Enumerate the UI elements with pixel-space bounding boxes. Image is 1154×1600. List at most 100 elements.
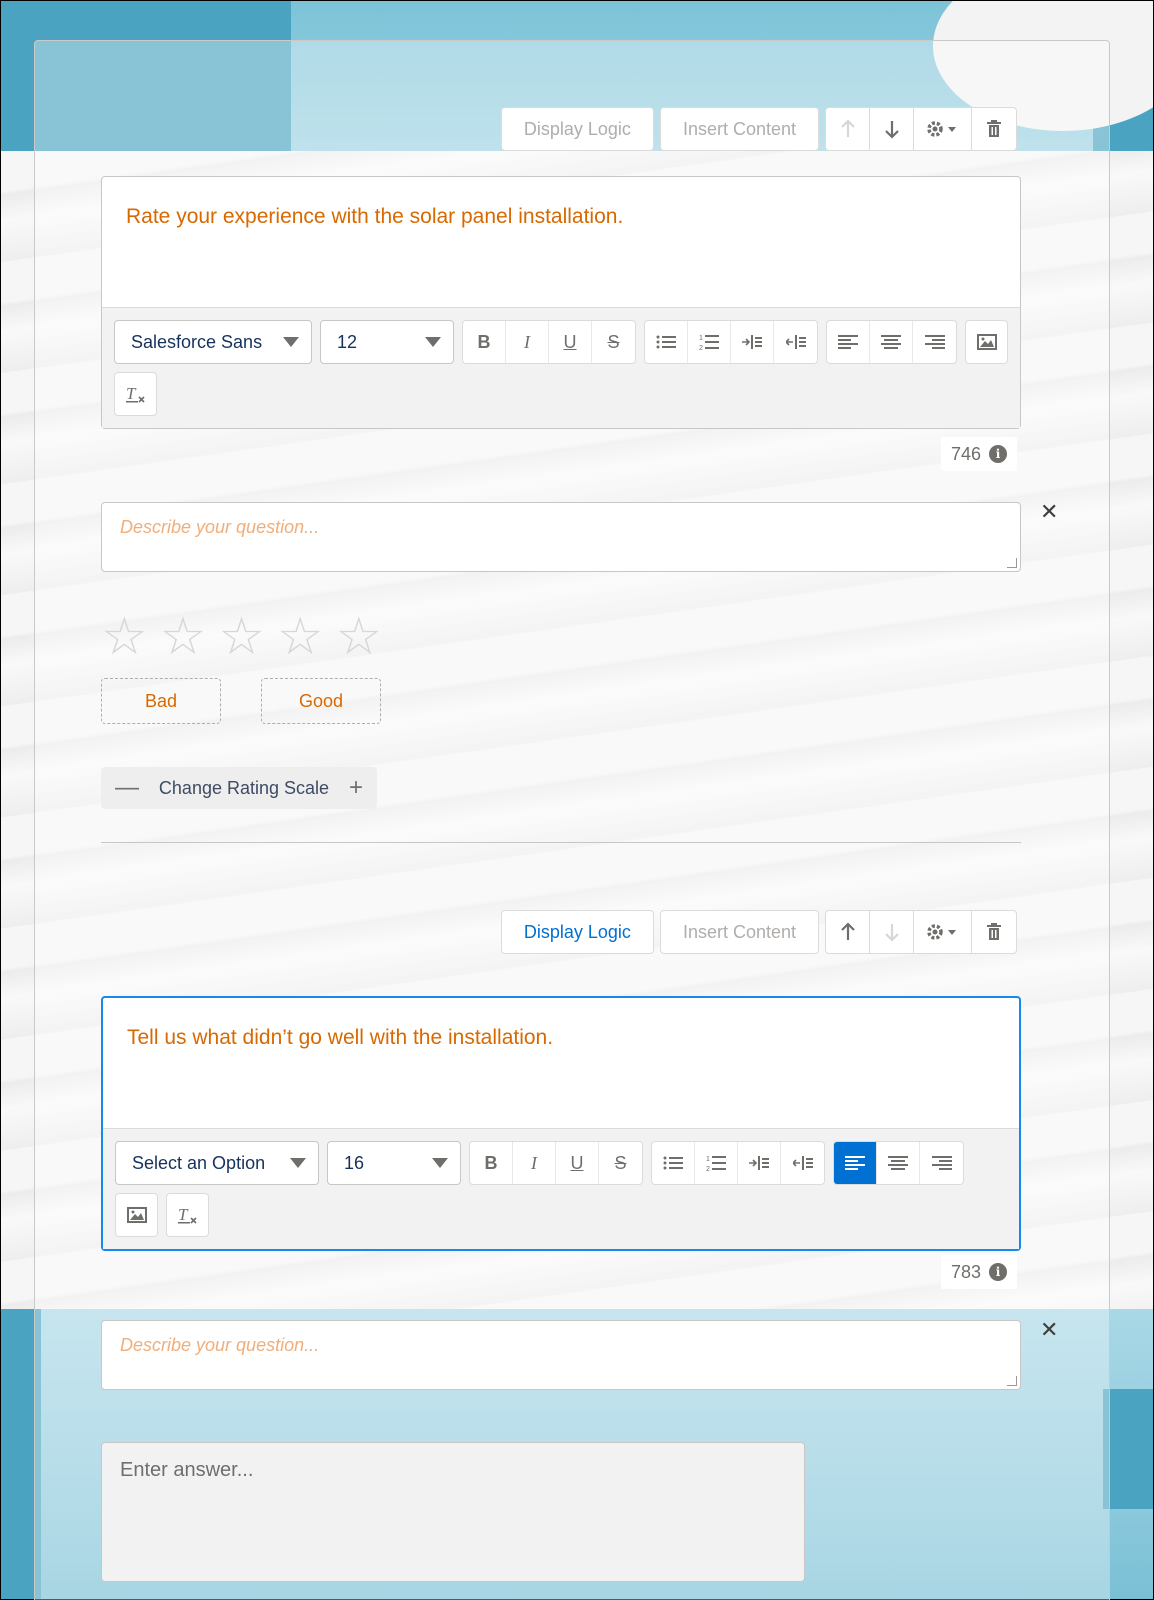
display-logic-button[interactable]: Display Logic (500, 910, 654, 954)
minus-icon[interactable]: — (115, 774, 139, 802)
move-up-icon[interactable] (826, 911, 870, 953)
align-left-icon[interactable] (827, 321, 870, 363)
outdent-icon[interactable] (781, 1142, 824, 1184)
chevron-down-icon (432, 1158, 448, 1168)
trash-icon[interactable] (972, 911, 1016, 953)
bullet-list-icon[interactable] (652, 1142, 695, 1184)
plus-icon[interactable]: + (349, 774, 363, 802)
font-size-select[interactable]: 12 (320, 320, 454, 364)
font-family-select[interactable]: Select an Option (115, 1141, 319, 1185)
insert-content-button[interactable]: Insert Content (659, 910, 819, 954)
question-actions-group (825, 910, 1017, 954)
chevron-down-icon (425, 337, 441, 347)
move-down-icon[interactable] (870, 108, 914, 150)
svg-text:2: 2 (699, 345, 703, 351)
close-icon[interactable]: ✕ (1040, 499, 1058, 525)
chevron-down-icon (283, 337, 299, 347)
insert-content-button[interactable]: Insert Content (659, 107, 819, 151)
text-style-group: B I U S (462, 320, 636, 364)
underline-icon[interactable]: U (556, 1142, 599, 1184)
list-group: 12 (651, 1141, 825, 1185)
rating-low-label[interactable]: Bad (101, 678, 221, 724)
svg-text:T: T (178, 1205, 189, 1224)
bullet-list-icon[interactable] (645, 321, 688, 363)
resize-handle-icon[interactable] (1007, 1376, 1017, 1386)
display-logic-button[interactable]: Display Logic (500, 107, 654, 151)
answer-textarea[interactable]: Enter answer... (101, 1442, 805, 1582)
formatting-toolbar: Salesforce Sans 12 B I U S 12 T (102, 307, 1020, 428)
character-count-value: 783 (950, 1261, 981, 1282)
survey-builder-panel: Display Logic Insert Content Rate your e… (34, 40, 1110, 1600)
svg-text:1: 1 (706, 1156, 710, 1163)
star-icon[interactable]: ☆ (101, 611, 148, 663)
image-icon[interactable] (965, 320, 1008, 364)
question-text[interactable]: Rate your experience with the solar pane… (102, 177, 1020, 307)
italic-icon[interactable]: I (513, 1142, 556, 1184)
svg-text:2: 2 (706, 1166, 710, 1172)
gear-icon[interactable] (914, 911, 972, 953)
question-toolbar: Display Logic Insert Content (500, 910, 1017, 954)
answer-placeholder: Enter answer... (120, 1459, 254, 1481)
align-right-icon[interactable] (913, 321, 956, 363)
numbered-list-icon[interactable]: 12 (695, 1142, 738, 1184)
move-up-icon[interactable] (826, 108, 870, 150)
align-center-icon[interactable] (870, 321, 913, 363)
numbered-list-icon[interactable]: 12 (688, 321, 731, 363)
star-icon[interactable]: ☆ (218, 611, 265, 663)
bold-icon[interactable]: B (470, 1142, 513, 1184)
star-icon[interactable]: ☆ (277, 611, 324, 663)
chevron-down-icon (290, 1158, 306, 1168)
question-description-input[interactable]: Describe your question... (101, 502, 1021, 572)
question-text[interactable]: Tell us what didn’t go well with the ins… (103, 998, 1019, 1128)
clear-formatting-icon[interactable]: T (114, 372, 157, 416)
svg-text:T: T (126, 384, 137, 403)
close-icon[interactable]: ✕ (1040, 1317, 1058, 1343)
svg-text:1: 1 (699, 335, 703, 342)
rating-stars: ☆ ☆ ☆ ☆ ☆ (101, 611, 382, 663)
character-count-value: 746 (950, 443, 981, 464)
strikethrough-icon[interactable]: S (599, 1142, 642, 1184)
rating-high-label[interactable]: Good (261, 678, 381, 724)
alignment-group (833, 1141, 964, 1185)
indent-icon[interactable] (738, 1142, 781, 1184)
clear-formatting-icon[interactable]: T (166, 1193, 209, 1237)
align-right-icon[interactable] (920, 1142, 963, 1184)
image-icon[interactable] (115, 1193, 158, 1237)
font-size-select[interactable]: 16 (327, 1141, 461, 1185)
formatting-toolbar: Select an Option 16 B I U S 12 T (103, 1128, 1019, 1249)
info-icon[interactable]: i (989, 445, 1007, 463)
resize-handle-icon[interactable] (1007, 558, 1017, 568)
text-style-group: B I U S (469, 1141, 643, 1185)
background-shape (1103, 1389, 1153, 1509)
bold-icon[interactable]: B (463, 321, 506, 363)
change-rating-scale-control: — Change Rating Scale + (101, 767, 377, 809)
description-placeholder: Describe your question... (120, 1335, 320, 1355)
question-editor[interactable]: Rate your experience with the solar pane… (101, 176, 1021, 429)
trash-icon[interactable] (972, 108, 1016, 150)
info-icon[interactable]: i (989, 1263, 1007, 1281)
italic-icon[interactable]: I (506, 321, 549, 363)
star-icon[interactable]: ☆ (160, 611, 207, 663)
character-count: 746 i (940, 437, 1017, 471)
font-family-value: Select an Option (132, 1152, 266, 1173)
change-rating-scale-label: Change Rating Scale (158, 777, 330, 798)
font-family-value: Salesforce Sans (131, 331, 263, 352)
indent-icon[interactable] (731, 321, 774, 363)
list-group: 12 (644, 320, 818, 364)
question-editor[interactable]: Tell us what didn’t go well with the ins… (101, 996, 1021, 1251)
question-divider (101, 842, 1021, 843)
strikethrough-icon[interactable]: S (592, 321, 635, 363)
character-count: 783 i (940, 1255, 1017, 1289)
outdent-icon[interactable] (774, 321, 817, 363)
align-left-icon[interactable] (834, 1142, 877, 1184)
move-down-icon[interactable] (870, 911, 914, 953)
alignment-group (826, 320, 957, 364)
question-toolbar: Display Logic Insert Content (500, 107, 1017, 151)
star-icon[interactable]: ☆ (336, 611, 383, 663)
font-size-value: 16 (344, 1152, 365, 1173)
underline-icon[interactable]: U (549, 321, 592, 363)
font-family-select[interactable]: Salesforce Sans (114, 320, 312, 364)
question-description-input[interactable]: Describe your question... (101, 1320, 1021, 1390)
gear-icon[interactable] (914, 108, 972, 150)
align-center-icon[interactable] (877, 1142, 920, 1184)
